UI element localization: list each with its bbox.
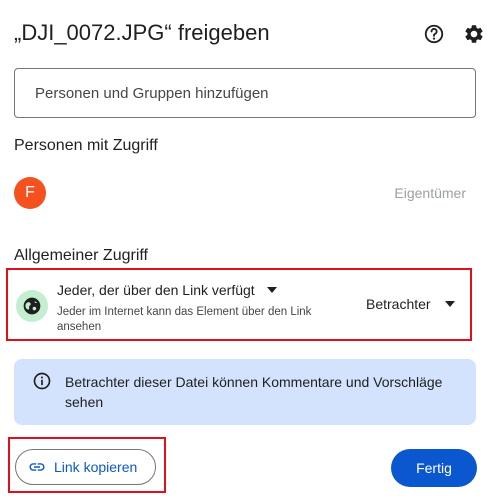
avatar[interactable]: F [14,177,46,209]
info-icon [33,372,51,390]
caret-down-icon [266,287,277,293]
caret-down-icon [444,301,455,307]
globe-badge [16,290,48,322]
help-button[interactable] [422,22,446,46]
done-button[interactable]: Fertig [391,449,477,487]
general-access-row: Jeder, der über den Link verfügt Jeder i… [6,268,472,341]
dialog-title: „DJI_0072.JPG“ freigeben [14,20,270,45]
gear-icon [465,25,483,43]
settings-button[interactable] [462,22,486,46]
info-banner: Betrachter dieser Datei können Kommentar… [14,359,476,425]
add-people-input[interactable] [14,68,476,118]
help-circle-icon [424,24,444,44]
copy-link-label: Link kopieren [54,459,138,475]
link-scope-label: Jeder, der über den Link verfügt [57,282,255,298]
people-with-access-heading: Personen mit Zugriff [14,137,158,154]
person-row: F Eigentümer [14,177,476,209]
link-icon [28,458,46,476]
globe-icon [23,297,41,315]
link-scope-description: Jeder im Internet kann das Element über … [57,306,312,333]
copy-link-highlight: Link kopieren [8,437,166,493]
link-scope-dropdown[interactable]: Jeder, der über den Link verfügt [57,282,277,298]
info-text: Betrachter dieser Datei können Kommentar… [65,374,443,410]
owner-role-label: Eigentümer [394,185,466,201]
copy-link-button[interactable]: Link kopieren [15,449,156,485]
role-label: Betrachter [366,296,431,312]
role-dropdown[interactable]: Betrachter [366,296,455,312]
general-access-heading: Allgemeiner Zugriff [14,247,148,264]
